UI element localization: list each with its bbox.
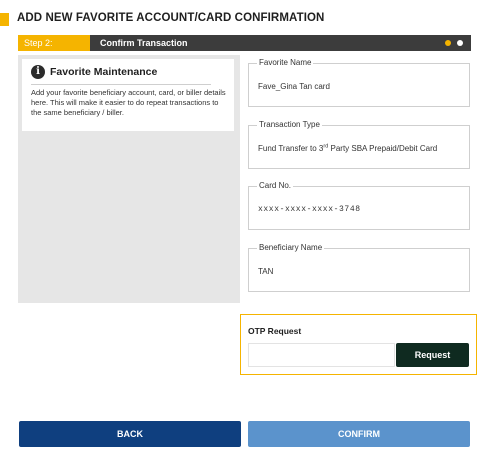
step-dot-current bbox=[445, 40, 451, 46]
transaction-type-field: Transaction Type Fund Transfer to 3rd Pa… bbox=[248, 120, 470, 169]
favorite-name-value: Fave_Gina Tan card bbox=[258, 82, 330, 91]
confirmation-page: ADD NEW FAVORITE ACCOUNT/CARD CONFIRMATI… bbox=[0, 0, 488, 462]
transaction-type-value-prefix: Fund Transfer to 3 bbox=[258, 144, 324, 153]
back-button[interactable]: BACK bbox=[19, 421, 241, 447]
otp-request-button[interactable]: Request bbox=[396, 343, 469, 367]
beneficiary-name-label: Beneficiary Name bbox=[257, 243, 325, 252]
transaction-type-label: Transaction Type bbox=[257, 120, 322, 129]
confirm-button[interactable]: CONFIRM bbox=[248, 421, 470, 447]
beneficiary-name-value: TAN bbox=[258, 267, 274, 276]
transaction-type-value-suffix: Party SBA Prepaid/Debit Card bbox=[328, 144, 438, 153]
card-number-value: xxxx-xxxx-xxxx-3748 bbox=[258, 205, 361, 214]
beneficiary-name-field: Beneficiary Name TAN bbox=[248, 243, 470, 292]
divider bbox=[31, 84, 211, 85]
favorite-maintenance-title: Favorite Maintenance bbox=[50, 66, 158, 78]
step-indicator: Step 2: Confirm Transaction bbox=[18, 35, 471, 51]
transaction-type-value: Fund Transfer to 3rd Party SBA Prepaid/D… bbox=[258, 144, 437, 153]
title-accent-bar bbox=[0, 13, 9, 26]
favorite-name-field: Favorite Name Fave_Gina Tan card bbox=[248, 58, 470, 107]
info-sidebar: i Favorite Maintenance Add your favorite… bbox=[18, 55, 240, 303]
page-header: ADD NEW FAVORITE ACCOUNT/CARD CONFIRMATI… bbox=[0, 12, 488, 28]
step-number: Step 2: bbox=[18, 35, 90, 51]
info-icon: i bbox=[31, 65, 45, 79]
step-dot bbox=[457, 40, 463, 46]
favorite-name-label: Favorite Name bbox=[257, 58, 314, 67]
favorite-maintenance-card: i Favorite Maintenance Add your favorite… bbox=[22, 59, 234, 131]
favorite-maintenance-description: Add your favorite beneficiary account, c… bbox=[31, 88, 226, 117]
card-number-label: Card No. bbox=[257, 181, 294, 190]
card-number-field: Card No. xxxx-xxxx-xxxx-3748 bbox=[248, 181, 470, 230]
page-title: ADD NEW FAVORITE ACCOUNT/CARD CONFIRMATI… bbox=[17, 12, 325, 24]
otp-request-title: OTP Request bbox=[248, 326, 302, 336]
otp-input[interactable] bbox=[248, 343, 395, 367]
otp-request-panel: OTP Request Request bbox=[240, 314, 477, 375]
step-title: Confirm Transaction bbox=[100, 38, 188, 48]
